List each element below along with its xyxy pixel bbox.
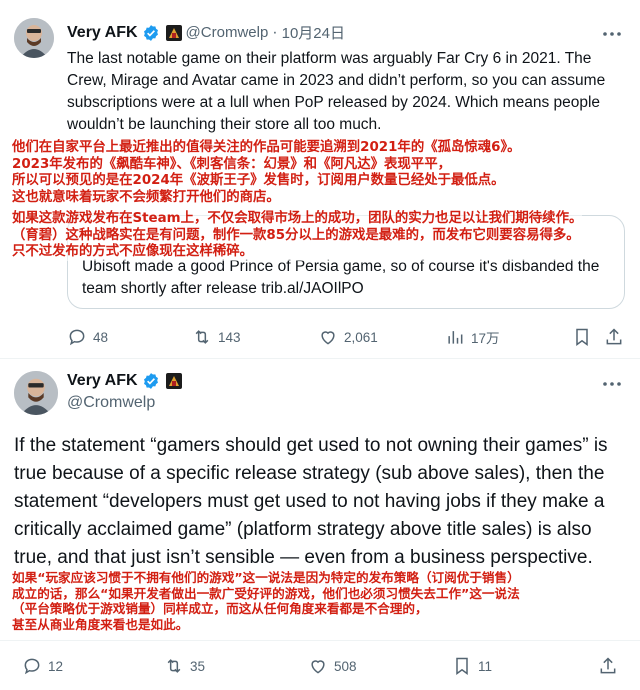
tweet-text: If the statement “gamers should get used… <box>14 435 608 568</box>
tweet-date[interactable]: 10月24日 <box>282 22 345 43</box>
stats-divider <box>0 640 640 641</box>
reply-icon <box>69 329 85 346</box>
avatar[interactable] <box>14 371 58 415</box>
avatar-photo-icon <box>14 371 58 415</box>
retweet-icon <box>195 330 209 344</box>
overlay-line: 他们在自家平台上最近推出的值得关注的作品可能要追溯到2021年的《孤岛惊魂6》。 <box>12 140 521 157</box>
share-button[interactable] <box>598 656 618 676</box>
share-button[interactable] <box>604 327 624 347</box>
retweet-button[interactable]: 143 <box>192 327 241 347</box>
bookmark-button[interactable] <box>572 327 592 347</box>
author-row: Very AFK @Cromwelp · 10月24日 <box>67 22 345 43</box>
bookmark-icon <box>576 328 588 346</box>
reply-icon <box>24 658 40 675</box>
overlay-line: 所以可以预见的是在2024年《波斯王子》发售时，订阅用户数量已经处于最低点。 <box>12 173 521 190</box>
like-icon <box>311 660 325 674</box>
overlay-line: 如果“玩家应该习惯于不拥有他们的游戏”这一说法是因为特定的发布策略（订阅优于销售… <box>12 570 520 586</box>
overlay-line: 成立的话，那么“如果开发者做出一款广受好评的游戏，他们也必须习惯失去工作”这一说… <box>12 585 520 601</box>
views-count: 17万 <box>471 331 500 346</box>
reply-button[interactable]: 48 <box>67 327 108 347</box>
more-icon[interactable] <box>602 30 622 38</box>
tweet-divider <box>0 358 640 359</box>
bookmark-button[interactable]: 11 <box>452 656 492 676</box>
overlay-line: 2023年发布的《飙酷车神》、《刺客信条：幻景》和《阿凡达》表现平平， <box>12 156 521 173</box>
author-handle[interactable]: @Cromwelp <box>67 394 155 412</box>
retweet-count: 143 <box>218 329 241 345</box>
bookmark-count: 11 <box>478 658 493 674</box>
separator-dot: · <box>272 23 278 41</box>
quoted-card-text: Ubisoft made a good Prince of Persia gam… <box>82 258 600 297</box>
like-count: 508 <box>334 658 357 674</box>
overlay-line: 只不过发布的方式不应像现在这样稀碎。 <box>12 244 583 261</box>
views-icon <box>448 331 463 344</box>
translation-overlay-1: 他们在自家平台上最近推出的值得关注的作品可能要追溯到2021年的《孤岛惊魂6》。… <box>12 140 521 206</box>
overlay-line: （平台策略优于游戏销量）同样成立，而这从任何角度来看都是不合理的， <box>12 601 520 617</box>
like-count: 2,061 <box>344 329 378 345</box>
verified-badge-icon <box>143 373 158 389</box>
author-row: Very AFK <box>67 372 182 390</box>
reply-button[interactable]: 12 <box>22 656 63 676</box>
like-icon <box>321 331 335 345</box>
overlay-line: 这也就意味着玩家不会频繁打开他们的商店。 <box>12 189 521 206</box>
like-button[interactable]: 2,061 <box>318 327 378 347</box>
avatar-photo-icon <box>14 18 54 58</box>
more-icon[interactable] <box>602 380 622 388</box>
views-button[interactable]: 17万 <box>445 327 500 347</box>
tweet-text: The last notable game on their platform … <box>67 50 606 133</box>
share-icon <box>606 328 622 345</box>
bookmark-icon <box>456 657 468 675</box>
share-icon <box>600 657 616 674</box>
avatar[interactable] <box>14 18 54 58</box>
retweet-count: 35 <box>190 658 206 674</box>
affiliate-badge-icon <box>165 24 182 41</box>
overlay-line: （育碧）这种战略实在是有问题，制作一款85分以上的游戏是最难的，而发布它则要容易… <box>12 227 583 244</box>
retweet-icon <box>167 659 181 673</box>
verified-badge-icon <box>143 24 158 41</box>
author-name[interactable]: Very AFK <box>67 372 138 390</box>
retweet-button[interactable]: 35 <box>164 656 205 676</box>
translation-overlay-3: 如果“玩家应该习惯于不拥有他们的游戏”这一说法是因为特定的发布策略（订阅优于销售… <box>12 570 520 632</box>
author-handle[interactable]: @Cromwelp <box>186 24 269 41</box>
like-button[interactable]: 508 <box>308 656 357 676</box>
overlay-line: 如果这款游戏发布在Steam上，不仅会取得市场上的成功，团队的实力也足以让我们期… <box>12 211 583 228</box>
overlay-line: 甚至从商业角度来看也是如此。 <box>12 616 520 632</box>
reply-count: 12 <box>48 658 64 674</box>
affiliate-badge-icon <box>165 373 182 389</box>
reply-count: 48 <box>93 329 109 345</box>
tweet-1[interactable]: Very AFK @Cromwelp · 10月24日 The last not… <box>0 0 640 358</box>
translation-overlay-2: 如果这款游戏发布在Steam上，不仅会取得市场上的成功，团队的实力也足以让我们期… <box>12 211 583 261</box>
author-name[interactable]: Very AFK <box>67 24 138 42</box>
